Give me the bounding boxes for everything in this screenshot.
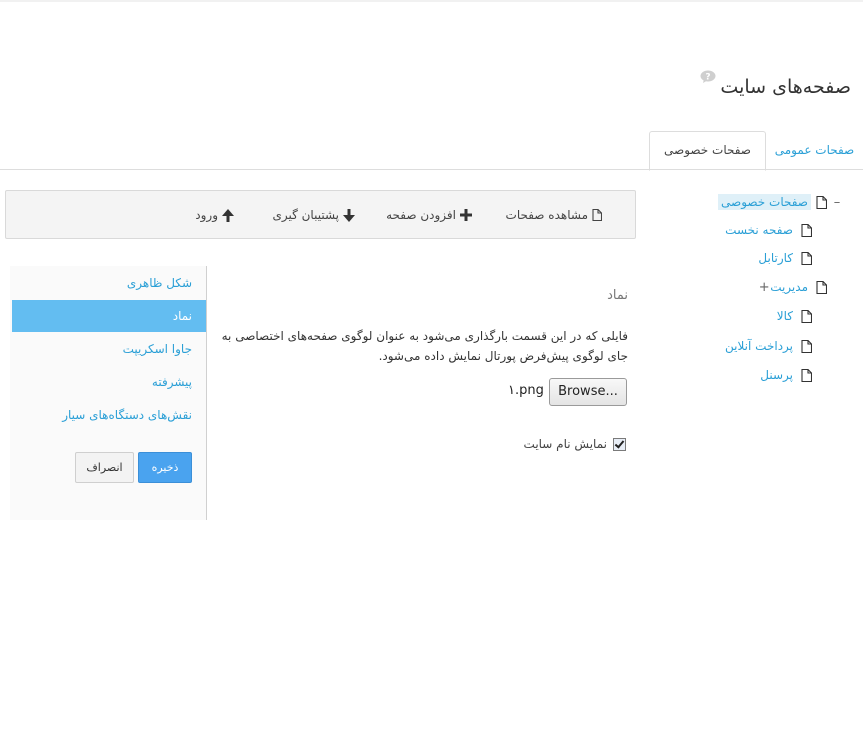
file-icon: [801, 368, 812, 382]
cancel-button[interactable]: انصراف: [75, 452, 134, 483]
sidebar-item-javascript[interactable]: جاوا اسکریپت: [12, 333, 206, 365]
tree-row-cartable: کارتابل: [758, 247, 812, 269]
file-icon: [801, 309, 812, 323]
sidebar-item-label: شکل ظاهری: [126, 276, 192, 290]
sidebar-item-advanced[interactable]: پیشرفته: [12, 366, 206, 398]
sidebar-item-label: نقش‌های دستگاه‌های سیار: [62, 408, 192, 422]
save-button[interactable]: ذخیره: [138, 452, 192, 483]
add-page-label: افزودن صفحه: [386, 208, 456, 222]
top-border: [0, 0, 863, 2]
tabs-divider: [0, 169, 863, 170]
tree-item-private-pages[interactable]: صفحات خصوصی: [718, 194, 811, 210]
tree-root: صفحات خصوصی: [718, 191, 827, 213]
file-icon: [801, 223, 812, 237]
view-pages-button[interactable]: مشاهده صفحات: [506, 206, 602, 224]
tree-row-online-payment: پرداخت آنلاین: [725, 335, 812, 357]
sidebar-item-appearance[interactable]: شکل ظاهری: [12, 267, 206, 299]
view-pages-label: مشاهده صفحات: [505, 208, 588, 222]
plus-icon: [460, 209, 472, 221]
sidebar-item-logo[interactable]: نماد: [12, 300, 206, 332]
tree-node-private-pages: –: [825, 191, 843, 213]
page-tree: – صفحات خصوصی صفحه نخست کارتابل + مدیریت: [640, 190, 863, 390]
file-icon: [801, 339, 812, 353]
arrow-up-icon: [222, 208, 234, 222]
expand-toggle[interactable]: +: [758, 280, 770, 295]
question-bubble-icon[interactable]: ?: [700, 70, 716, 84]
backup-button[interactable]: پشتیبان گیری: [272, 206, 355, 224]
backup-label: پشتیبان گیری: [272, 208, 339, 222]
tab-private-pages[interactable]: صفحات خصوصی: [649, 131, 766, 171]
sidebar-item-label: پیشرفته: [151, 375, 192, 389]
tree-item-personnel[interactable]: پرسنل: [760, 368, 793, 382]
file-icon: [816, 280, 827, 294]
file-icon: [592, 209, 602, 221]
sidebar-item-label: نماد: [172, 309, 192, 323]
login-button[interactable]: ورود: [195, 206, 234, 224]
arrow-down-icon: [343, 208, 355, 222]
tab-public-pages[interactable]: صفحات عمومی: [766, 132, 863, 169]
browse-button[interactable]: Browse...: [549, 378, 627, 406]
collapse-toggle[interactable]: –: [831, 195, 843, 210]
page-title: صفحه‌های سایت: [720, 76, 851, 98]
tree-row-home: صفحه نخست: [725, 219, 812, 241]
tree-item-online-payment[interactable]: پرداخت آنلاین: [725, 339, 793, 353]
file-icon: [816, 195, 827, 209]
tree-row-goods: کالا: [777, 305, 812, 327]
section-title: نماد: [607, 288, 628, 303]
show-site-name-checkbox[interactable]: [613, 437, 626, 451]
tree-row-personnel: پرسنل: [760, 364, 812, 386]
show-site-name-label: نمایش نام سایت: [523, 437, 607, 451]
svg-text:?: ?: [705, 73, 710, 83]
show-site-name-option: نمایش نام سایت: [524, 437, 626, 451]
tree-row-management: + مدیریت: [754, 276, 827, 298]
sidebar-item-mobile-roles[interactable]: نقش‌های دستگاه‌های سیار: [12, 399, 206, 431]
logo-description: فایلی که در این قسمت بارگذاری می‌شود به …: [221, 329, 628, 363]
tree-item-cartable[interactable]: کارتابل: [758, 251, 793, 265]
add-page-button[interactable]: افزودن صفحه: [386, 206, 472, 224]
settings-sidebar: شکل ظاهری نماد جاوا اسکریپت پیشرفته نقش‌…: [10, 266, 207, 520]
selected-file-name: ۱.png: [508, 383, 544, 398]
sidebar-item-label: جاوا اسکریپت: [122, 342, 192, 356]
tree-item-home[interactable]: صفحه نخست: [725, 223, 793, 237]
file-icon: [801, 251, 812, 265]
tree-item-goods[interactable]: کالا: [777, 309, 793, 323]
tree-item-management[interactable]: مدیریت: [770, 280, 808, 294]
login-label: ورود: [195, 208, 218, 222]
toolbar: مشاهده صفحات افزودن صفحه پشتیبان گیری ور…: [5, 190, 636, 239]
